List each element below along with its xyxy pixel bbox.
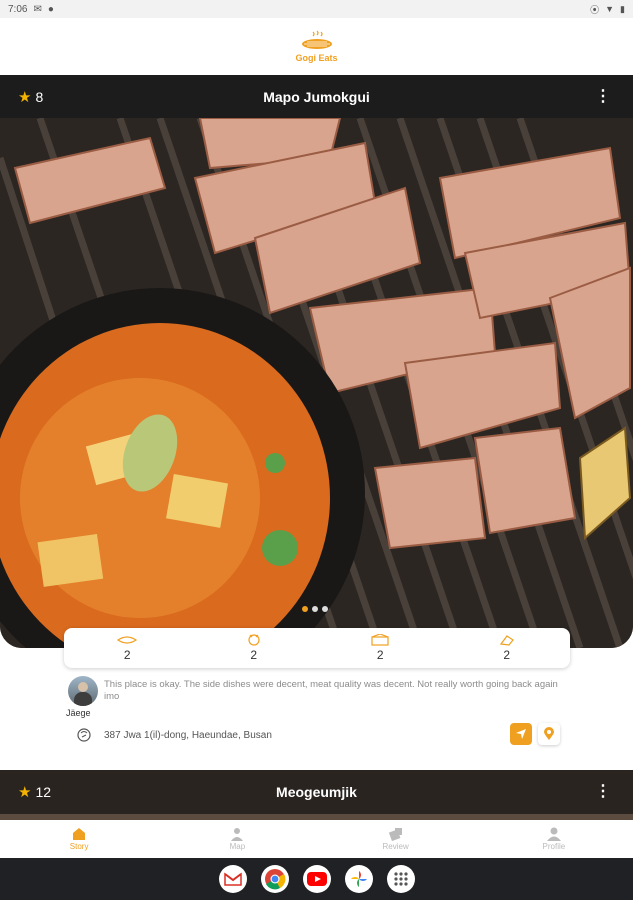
notification-icon: ● [47, 3, 54, 15]
avatar[interactable] [68, 676, 98, 706]
stat-pig: 2 [191, 628, 318, 668]
status-bar: 7:06 ✉ ● ⦿ ▼ ▮ [0, 0, 633, 18]
wifi-icon: ▼ [605, 4, 615, 14]
stat-value: 2 [250, 648, 258, 662]
nav-story[interactable]: Story [0, 820, 158, 858]
app-header: Gogi Eats [0, 18, 633, 74]
restaurant-address: 387 Jwa 1(il)-dong, Haeundae, Busan [104, 729, 272, 741]
nav-label: Story [69, 842, 89, 851]
location-pin-icon [544, 727, 554, 740]
system-dock [0, 858, 633, 900]
navigation-arrow-icon [516, 729, 526, 739]
location-icon: ⦿ [590, 4, 600, 15]
gmail-icon[interactable] [218, 865, 247, 893]
chrome-icon[interactable] [260, 865, 289, 893]
stat-restaurant: 2 [317, 628, 444, 668]
youtube-icon[interactable] [302, 865, 331, 893]
review-icon [388, 828, 402, 841]
stat-value: 2 [123, 648, 131, 662]
directions-button[interactable] [510, 723, 532, 745]
battery-icon: ▮ [620, 3, 625, 14]
logo-text: Gogi Eats [295, 52, 338, 63]
carousel-dot[interactable] [312, 606, 318, 612]
restaurant-title: Mapo Jumokgui [263, 89, 370, 105]
logo-icon [299, 30, 335, 52]
stat-value: 2 [503, 648, 511, 662]
restaurant-card-header[interactable]: ★ 12 Meogeumjik ⋮ [0, 770, 633, 814]
carousel-dot[interactable] [322, 606, 328, 612]
nav-label: Review [382, 842, 409, 851]
nav-map[interactable]: Map [158, 820, 316, 858]
app-drawer-icon[interactable] [386, 865, 415, 893]
nav-profile[interactable]: Profile [475, 820, 633, 858]
bottom-navigation: Story Map Review Profile [0, 820, 633, 858]
pig-icon [248, 634, 260, 646]
restaurant-icon [371, 634, 389, 646]
review-text: This place is okay. The side dishes were… [104, 679, 558, 702]
restaurant-photo[interactable] [0, 118, 633, 648]
carousel-indicator[interactable] [302, 606, 328, 612]
rating-badge: ★ 8 [18, 88, 43, 106]
price-icon [499, 635, 514, 646]
restaurant-title: Meogeumjik [276, 784, 357, 800]
rating-stats: 2 2 2 2 [64, 628, 570, 668]
map-user-icon [231, 828, 244, 841]
address-row: 387 Jwa 1(il)-dong, Haeundae, Busan [76, 724, 566, 746]
star-icon: ★ [18, 784, 32, 801]
status-time: 7:06 [8, 3, 28, 15]
stat-price: 2 [444, 628, 571, 668]
more-options-icon[interactable]: ⋮ [595, 89, 611, 105]
stat-meat: 2 [64, 628, 191, 668]
message-icon: ✉ [33, 3, 42, 15]
photos-icon[interactable] [344, 865, 373, 893]
rating-value: 12 [35, 784, 52, 800]
profile-icon [546, 827, 561, 841]
meat-icon [117, 636, 138, 644]
nav-label: Map [229, 842, 246, 851]
reviewer-name: Jäege [66, 708, 91, 718]
nav-review[interactable]: Review [317, 820, 475, 858]
rating-value: 8 [35, 89, 44, 105]
show-on-map-button[interactable] [538, 723, 560, 745]
nav-label: Profile [542, 842, 566, 851]
more-options-icon[interactable]: ⋮ [595, 784, 611, 800]
star-icon: ★ [18, 89, 32, 106]
restaurant-card-header[interactable]: ★ 8 Mapo Jumokgui ⋮ [0, 75, 633, 119]
home-icon [73, 828, 86, 840]
rating-badge: ★ 12 [18, 783, 51, 801]
carousel-dot[interactable] [302, 606, 308, 612]
map-pin-icon [77, 728, 91, 742]
stat-value: 2 [376, 648, 384, 662]
